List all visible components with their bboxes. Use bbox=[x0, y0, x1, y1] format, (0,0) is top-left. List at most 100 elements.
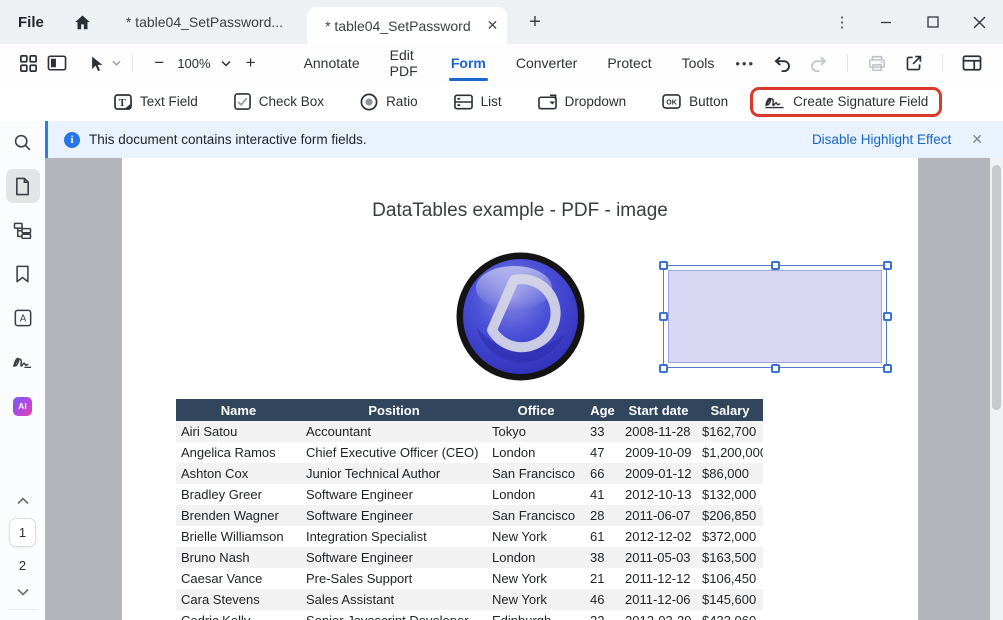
resize-handle-e[interactable] bbox=[883, 312, 892, 321]
tab-protect[interactable]: Protect bbox=[605, 53, 653, 73]
table-row: Airi SatouAccountantTokyo332008-11-28$16… bbox=[176, 421, 763, 442]
table-cell: 2009-01-12 bbox=[620, 466, 697, 481]
tab-edit-pdf[interactable]: Edit PDF bbox=[388, 45, 423, 81]
grid-view-icon[interactable] bbox=[14, 49, 42, 77]
table-cell: 46 bbox=[585, 592, 620, 607]
disable-highlight-link[interactable]: Disable Highlight Effect bbox=[812, 132, 951, 147]
doc-tab-background[interactable]: * table04_SetPassword... bbox=[110, 0, 299, 44]
table-cell: 61 bbox=[585, 529, 620, 544]
page-up-icon[interactable] bbox=[11, 493, 35, 509]
table-row: Bradley GreerSoftware EngineerLondon4120… bbox=[176, 484, 763, 505]
pdf-editor-window: File * table04_SetPassword... * table04_… bbox=[0, 0, 1003, 620]
table-cell: 2008-11-28 bbox=[620, 424, 697, 439]
table-cell: 28 bbox=[585, 508, 620, 523]
info-close-icon[interactable]: ✕ bbox=[971, 131, 983, 148]
signature-field[interactable] bbox=[668, 270, 882, 363]
close-button[interactable] bbox=[956, 0, 1003, 44]
text-field-tool[interactable]: T Text Field bbox=[100, 87, 212, 117]
zoom-out-button[interactable]: − bbox=[147, 53, 171, 73]
search-icon[interactable] bbox=[6, 125, 40, 159]
table-cell: $162,700 bbox=[697, 424, 763, 439]
list-tool[interactable]: List bbox=[440, 87, 516, 117]
file-menu[interactable]: File bbox=[18, 14, 44, 31]
tab-tools[interactable]: Tools bbox=[680, 53, 717, 73]
main-toolbar: − 100% + Annotate Edit PDF Form Converte… bbox=[0, 44, 1003, 82]
table-cell: Airi Satou bbox=[176, 424, 301, 439]
pdf-page[interactable]: DataTables example - PDF - image bbox=[122, 158, 918, 620]
page-thumbnails-icon[interactable] bbox=[6, 169, 40, 203]
table-cell: San Francisco bbox=[487, 466, 585, 481]
redo-icon[interactable] bbox=[803, 49, 833, 77]
table-cell: 2009-10-09 bbox=[620, 445, 697, 460]
table-body: Airi SatouAccountantTokyo332008-11-28$16… bbox=[176, 421, 763, 620]
tab-form[interactable]: Form bbox=[449, 53, 488, 73]
check-box-icon bbox=[234, 93, 251, 110]
sidebar-divider bbox=[8, 609, 38, 610]
print-icon[interactable] bbox=[862, 49, 892, 77]
zoom-dropdown-icon[interactable] bbox=[217, 49, 235, 77]
page-down-icon[interactable] bbox=[11, 584, 35, 600]
table-cell: Angelica Ramos bbox=[176, 445, 301, 460]
button-tool[interactable]: OK Button bbox=[648, 87, 742, 116]
overflow-menu-icon[interactable]: ••• bbox=[729, 56, 761, 71]
toolbar-right-actions: ••• bbox=[729, 49, 989, 77]
side-panel-icon[interactable] bbox=[42, 49, 70, 77]
info-bar: i This document contains interactive for… bbox=[45, 121, 1003, 158]
table-cell: Ashton Cox bbox=[176, 466, 301, 481]
resize-handle-sw[interactable] bbox=[659, 364, 668, 373]
radio-icon bbox=[360, 93, 378, 111]
toolbar-divider bbox=[942, 54, 943, 72]
tab-annotate[interactable]: Annotate bbox=[302, 53, 362, 73]
resize-handle-n[interactable] bbox=[771, 261, 780, 270]
tab-close-icon[interactable]: ✕ bbox=[487, 17, 499, 34]
dropdown-tool[interactable]: Dropdown bbox=[524, 87, 641, 117]
toolbar-divider bbox=[847, 54, 848, 72]
resize-handle-w[interactable] bbox=[659, 312, 668, 321]
table-cell: 2011-12-12 bbox=[620, 571, 697, 586]
doc-tab-label: * table04_SetPassword... bbox=[126, 14, 283, 30]
new-tab-button[interactable]: + bbox=[529, 11, 541, 34]
home-icon[interactable] bbox=[72, 11, 94, 33]
zoom-in-button[interactable]: + bbox=[239, 53, 263, 73]
cursor-dropdown-icon[interactable] bbox=[109, 49, 124, 77]
table-cell: 21 bbox=[585, 571, 620, 586]
document-canvas[interactable]: DataTables example - PDF - image bbox=[45, 158, 1003, 620]
share-export-icon[interactable] bbox=[898, 49, 928, 77]
doc-tab-active[interactable]: * table04_SetPassword ✕ bbox=[307, 7, 507, 44]
resize-handle-se[interactable] bbox=[883, 364, 892, 373]
vertical-scrollbar[interactable] bbox=[990, 158, 1003, 620]
more-menu-icon[interactable]: ⋮ bbox=[822, 13, 862, 31]
page-2-button[interactable]: 2 bbox=[13, 556, 32, 575]
minimize-button[interactable] bbox=[862, 0, 909, 44]
bookmark-icon[interactable] bbox=[6, 257, 40, 291]
undo-icon[interactable] bbox=[767, 49, 797, 77]
page-layout-icon[interactable] bbox=[957, 49, 987, 77]
outline-icon[interactable] bbox=[6, 213, 40, 247]
table-cell: $1,200,000 bbox=[697, 445, 763, 460]
tab-converter[interactable]: Converter bbox=[514, 53, 579, 73]
table-cell: $132,000 bbox=[697, 487, 763, 502]
titlebar: File * table04_SetPassword... * table04_… bbox=[0, 0, 1003, 44]
resize-handle-ne[interactable] bbox=[883, 261, 892, 270]
maximize-button[interactable] bbox=[909, 0, 956, 44]
column-header: Start date bbox=[620, 403, 697, 418]
svg-text:T: T bbox=[119, 97, 126, 108]
check-box-tool[interactable]: Check Box bbox=[220, 86, 338, 117]
table-cell: Software Engineer bbox=[301, 550, 487, 565]
create-signature-field-tool[interactable]: Create Signature Field bbox=[750, 87, 942, 117]
scrollbar-thumb[interactable] bbox=[992, 165, 1001, 410]
table-cell: Bruno Nash bbox=[176, 550, 301, 565]
current-page-button[interactable]: 1 bbox=[9, 518, 36, 547]
radio-tool[interactable]: Ratio bbox=[346, 86, 432, 118]
table-cell: Chief Executive Officer (CEO) bbox=[301, 445, 487, 460]
tool-label: Create Signature Field bbox=[793, 94, 928, 109]
signature-panel-icon[interactable] bbox=[6, 345, 40, 379]
ai-assistant-icon[interactable]: AI bbox=[6, 389, 40, 423]
select-cursor-icon[interactable] bbox=[81, 49, 109, 77]
annotation-icon[interactable]: A bbox=[6, 301, 40, 335]
table-row: Bruno NashSoftware EngineerLondon382011-… bbox=[176, 547, 763, 568]
table-cell: Accountant bbox=[301, 424, 487, 439]
resize-handle-nw[interactable] bbox=[659, 261, 668, 270]
resize-handle-s[interactable] bbox=[771, 364, 780, 373]
toolbar-divider bbox=[132, 54, 133, 72]
